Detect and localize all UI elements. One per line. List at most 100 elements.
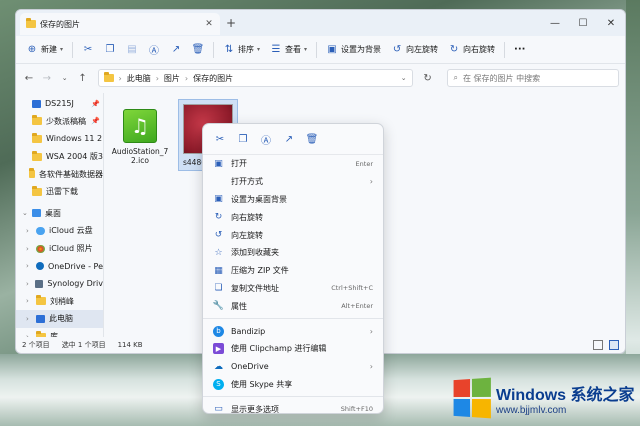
minimize-button[interactable]: — [541, 18, 569, 29]
sidebar-item-label: Windows 11 2 [46, 134, 103, 144]
copy-button[interactable]: ❐ [100, 39, 120, 61]
copy-icon[interactable]: ❐ [234, 131, 252, 147]
large-icons-view-icon[interactable] [609, 340, 619, 350]
search-box[interactable]: ⌕ 在 保存的图片 中搜索 [446, 69, 620, 87]
photos-icon [36, 244, 45, 253]
sidebar-item-software-data[interactable]: 各软件基础数据器 [16, 165, 103, 183]
audiostation-file-icon: ♫ [123, 109, 157, 143]
sidebar-item-label: 迅雷下载 [46, 187, 78, 197]
set-background-button[interactable]: ▣ 设置为背景 [322, 39, 385, 61]
breadcrumb-pictures[interactable]: 图片 [164, 73, 180, 84]
computer-icon [36, 314, 45, 323]
divider [316, 41, 318, 58]
forward-arrow-icon[interactable]: → [40, 73, 54, 84]
sidebar-item-ds215j[interactable]: DS215J 📌 [16, 95, 103, 113]
breadcrumb-saved-pictures[interactable]: 保存的图片 [193, 73, 233, 84]
recent-chevron-icon[interactable]: ⌄ [58, 74, 72, 82]
file-item[interactable]: ♫ AudioStation_72.ico [110, 109, 170, 165]
watermark-text: Windows 系统之家 www.bjjmlv.com [496, 381, 635, 416]
watermark-logo: Windows 系统之家 www.bjjmlv.com [452, 374, 638, 422]
chevron-right-icon[interactable]: › [26, 245, 32, 253]
menu-item-clipchamp[interactable]: ▶ 使用 Clipchamp 进行编辑 [203, 340, 383, 358]
bandizip-icon: b [213, 325, 224, 337]
sort-button[interactable]: ⇅ 排序 ▾ [219, 39, 264, 61]
scissors-icon[interactable]: ✂ [211, 131, 229, 147]
synology-drive-icon [35, 279, 44, 288]
folder-icon [103, 72, 114, 82]
menu-item-label: 显示更多选项 [231, 404, 279, 414]
sidebar-item-this-pc[interactable]: › 此电脑 [16, 310, 103, 328]
rotate-right-button[interactable]: ↻ 向右旋转 [444, 39, 499, 61]
sidebar-item-libraries[interactable]: › 库 [16, 328, 103, 337]
back-arrow-icon[interactable]: ← [22, 73, 36, 84]
delete-button[interactable]: 🗑 [188, 39, 208, 61]
sidebar-item-xunlei[interactable]: 迅雷下载 [16, 183, 103, 201]
cut-button[interactable]: ✂ [78, 39, 98, 61]
new-tab-icon[interactable]: + [226, 16, 236, 30]
onedrive-icon [35, 262, 44, 271]
chevron-down-icon[interactable]: ⌄ [22, 209, 28, 217]
wallpaper-icon: ▣ [327, 44, 337, 55]
skype-icon: S [213, 378, 224, 390]
refresh-icon[interactable]: ↻ [419, 73, 437, 84]
maximize-button[interactable]: ☐ [569, 18, 597, 29]
chevron-right-icon[interactable]: › [26, 262, 32, 270]
menu-item-show-more-options[interactable]: ▭ 显示更多选项 Shift+F10 [203, 400, 383, 418]
address-bar[interactable]: › 此电脑 › 图片 › 保存的图片 ⌄ [97, 69, 413, 87]
menu-item-onedrive[interactable]: ☁ OneDrive › [203, 358, 383, 376]
chevron-down-icon[interactable]: ⌄ [401, 74, 407, 82]
sidebar-item-user[interactable]: › 刘梢峰 [16, 293, 103, 311]
menu-item-bandizip[interactable]: b Bandizip › [203, 322, 383, 340]
close-button[interactable]: ✕ [597, 18, 625, 29]
sidebar-item-sspai[interactable]: 少数派稿稿 📌 [16, 113, 103, 131]
chevron-right-icon[interactable]: › [26, 297, 32, 305]
menu-item-properties[interactable]: 🔧 属性 Alt+Enter [203, 297, 383, 315]
menu-item-add-to-favorites[interactable]: ☆ 添加到收藏夹 [203, 244, 383, 262]
chevron-right-icon: › [369, 326, 373, 336]
tab-saved-pictures[interactable]: 保存的图片 ✕ [20, 13, 220, 35]
sidebar-item-label: 刘梢峰 [50, 296, 74, 306]
chevron-right-icon[interactable]: › [26, 280, 31, 288]
new-button[interactable]: ⊕ 新建 ▾ [22, 39, 67, 61]
divider [72, 41, 74, 58]
folder-icon [31, 150, 42, 161]
rename-icon[interactable]: Ⓐ [257, 131, 275, 147]
sidebar-item-icloud-photos[interactable]: › iCloud 照片 [16, 240, 103, 258]
sidebar-item-wsa[interactable]: WSA 2004 版3 [16, 148, 103, 166]
menu-item-skype-share[interactable]: S 使用 Skype 共享 [203, 376, 383, 394]
share-button[interactable]: ↗ [166, 39, 186, 61]
details-view-icon[interactable] [593, 340, 603, 350]
sidebar-item-onedrive[interactable]: › OneDrive - Pe [16, 257, 103, 275]
paste-button[interactable]: ▤ [122, 39, 142, 61]
chevron-right-icon[interactable]: › [26, 227, 32, 235]
chevron-right-icon[interactable]: › [26, 315, 32, 323]
sidebar-item-desktop[interactable]: ⌄ 桌面 [16, 205, 103, 223]
watermark-url: www.bjjmlv.com [496, 404, 567, 416]
desktop-icon [32, 209, 41, 218]
menu-item-label: OneDrive [231, 362, 269, 372]
sidebar-item-label: DS215J [45, 99, 74, 109]
menu-item-open[interactable]: ▣ 打开 Enter [203, 155, 383, 173]
sidebar-item-windows11[interactable]: Windows 11 2 [16, 130, 103, 148]
up-arrow-icon[interactable]: ↑ [76, 73, 90, 84]
share-icon[interactable]: ↗ [280, 131, 298, 147]
rename-button[interactable]: Ⓐ [144, 39, 164, 61]
sidebar-item-icloud-drive[interactable]: › iCloud 云盘 [16, 222, 103, 240]
tab-close-icon[interactable]: ✕ [204, 19, 214, 29]
view-button[interactable]: ☰ 查看 ▾ [266, 39, 311, 61]
menu-item-open-with[interactable]: 打开方式 › [203, 173, 383, 191]
menu-item-set-desktop-background[interactable]: ▣ 设置为桌面背景 [203, 191, 383, 209]
search-icon: ⌕ [453, 73, 458, 82]
more-options-button[interactable]: ··· [510, 39, 529, 61]
rotate-left-button[interactable]: ↺ 向左旋转 [387, 39, 442, 61]
menu-item-rotate-right[interactable]: ↻ 向右旋转 [203, 208, 383, 226]
menu-item-rotate-left[interactable]: ↺ 向左旋转 [203, 226, 383, 244]
chevron-down-icon: ▾ [257, 46, 261, 53]
menu-item-compress-zip[interactable]: ▦ 压缩为 ZIP 文件 [203, 262, 383, 280]
menu-item-shortcut: Ctrl+Shift+C [331, 284, 373, 293]
menu-item-copy-path[interactable]: ❏ 复制文件地址 Ctrl+Shift+C [203, 280, 383, 298]
breadcrumb-this-pc[interactable]: 此电脑 [127, 73, 151, 84]
item-count: 2 个项目 [22, 341, 50, 349]
trash-icon[interactable]: 🗑 [303, 131, 321, 147]
sidebar-item-synology[interactable]: › Synology Driv [16, 275, 103, 293]
